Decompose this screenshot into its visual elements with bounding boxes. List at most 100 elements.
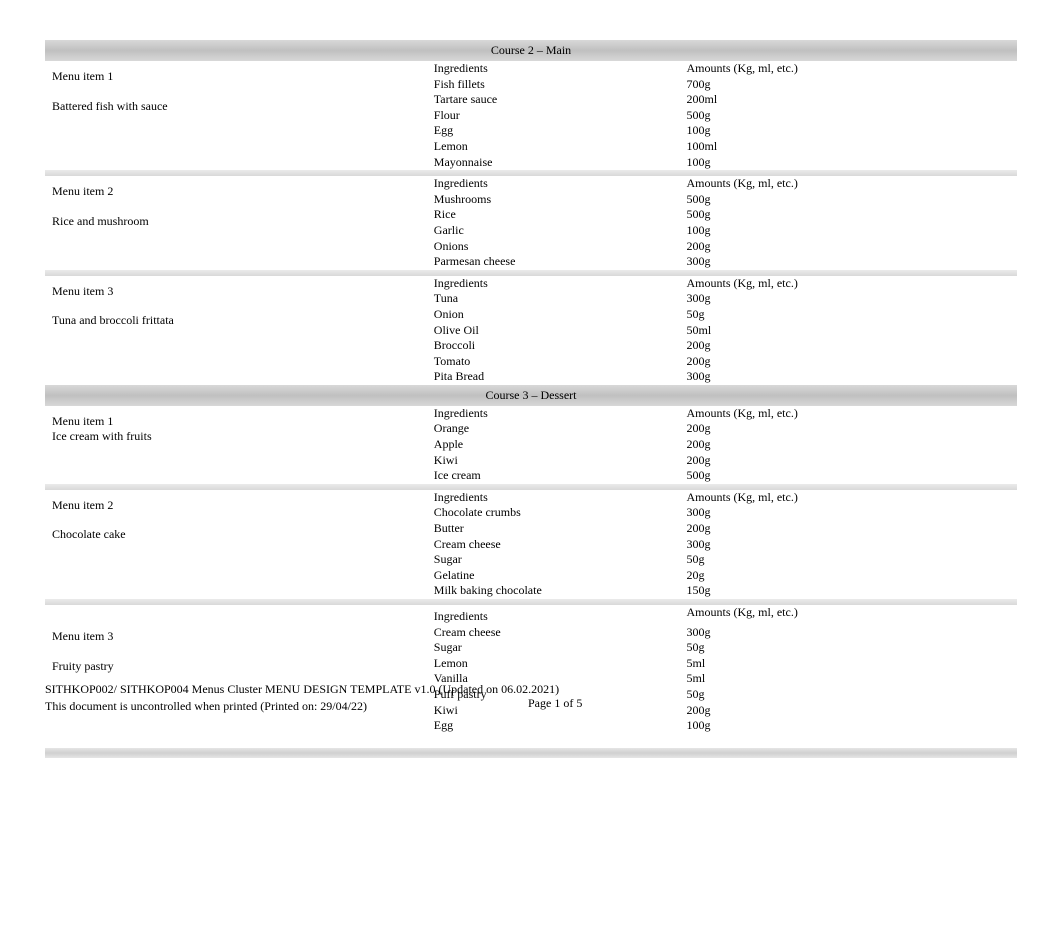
ingredient-cell: Onion — [434, 307, 687, 323]
ingredient-cell: Broccoli — [434, 338, 687, 354]
page-number: Page 1 of 5 — [528, 696, 582, 711]
amounts-header: Amounts (Kg, ml, etc.) — [687, 61, 1017, 77]
amounts-header: Amounts (Kg, ml, etc.) — [687, 490, 1017, 506]
ingredient-cell: Mayonnaise — [434, 155, 687, 171]
amount-cell: 500g — [687, 207, 1017, 223]
amount-cell: 200g — [687, 453, 1017, 469]
menu-item-name: Battered fish with sauce — [52, 99, 434, 115]
menu-item-label: Menu item 1 — [52, 414, 434, 430]
amount-cell: 200g — [687, 338, 1017, 354]
amounts-header: Amounts (Kg, ml, etc.) — [687, 605, 1017, 625]
footer-line-1: SITHKOP002/ SITHKOP004 Menus Cluster MEN… — [45, 682, 559, 697]
amount-cell: 200g — [687, 437, 1017, 453]
row-separator — [45, 748, 1017, 758]
amount-cell: 20g — [687, 568, 1017, 584]
ingredient-cell: Cream cheese — [434, 625, 687, 641]
ingredient-cell: Tuna — [434, 291, 687, 307]
ingredient-cell: Sugar — [434, 552, 687, 568]
ingredient-cell: Gelatine — [434, 568, 687, 584]
amount-cell: 100ml — [687, 139, 1017, 155]
ingredients-header: Ingredients — [434, 176, 687, 192]
amount-cell: 200g — [687, 239, 1017, 255]
amounts-header: Amounts (Kg, ml, etc.) — [687, 276, 1017, 292]
amount-cell: 150g — [687, 583, 1017, 599]
amount-cell: 200g — [687, 354, 1017, 370]
amount-cell: 50ml — [687, 323, 1017, 339]
ingredient-cell: Sugar — [434, 640, 687, 656]
course-2-table: Menu item 1 Battered fish with sauce Ing… — [45, 61, 1017, 385]
ingredient-cell: Flour — [434, 108, 687, 124]
ingredient-cell: Chocolate crumbs — [434, 505, 687, 521]
course-header: Course 3 – Dessert — [45, 385, 1017, 406]
amount-cell: 300g — [687, 254, 1017, 270]
amount-cell: 300g — [687, 369, 1017, 385]
amount-cell: 200g — [687, 421, 1017, 437]
amount-cell: 50g — [687, 640, 1017, 656]
amount-cell: 100g — [687, 718, 1017, 734]
amount-cell: 500g — [687, 108, 1017, 124]
amount-cell: 500g — [687, 192, 1017, 208]
ingredients-header: Ingredients — [434, 490, 687, 506]
ingredient-cell: Onions — [434, 239, 687, 255]
amount-cell: 50g — [687, 552, 1017, 568]
course-header: Course 2 – Main — [45, 40, 1017, 61]
ingredients-header: Ingredients — [434, 61, 687, 77]
amount-cell: 300g — [687, 291, 1017, 307]
ingredient-cell: Cream cheese — [434, 537, 687, 553]
ingredient-cell: Apple — [434, 437, 687, 453]
amount-cell: 100g — [687, 155, 1017, 171]
amount-cell: 50g — [687, 307, 1017, 323]
menu-item-label: Menu item 3 — [52, 284, 434, 300]
ingredient-cell: Fish fillets — [434, 77, 687, 93]
menu-item-label: Menu item 1 — [52, 69, 434, 85]
ingredient-cell: Egg — [434, 123, 687, 139]
ingredient-cell: Pita Bread — [434, 369, 687, 385]
amount-cell: 300g — [687, 537, 1017, 553]
ingredient-cell: Mushrooms — [434, 192, 687, 208]
amount-cell: 5ml — [687, 656, 1017, 672]
menu-item-name: Rice and mushroom — [52, 214, 434, 230]
menu-item-name: Tuna and broccoli frittata — [52, 313, 434, 329]
amount-cell: 300g — [687, 505, 1017, 521]
ingredient-cell: Egg — [434, 718, 687, 734]
amount-cell: 200g — [687, 703, 1017, 719]
course-3-table: Menu item 1 Ice cream with fruits Ingred… — [45, 406, 1017, 772]
ingredient-cell: Parmesan cheese — [434, 254, 687, 270]
ingredient-cell: Ice cream — [434, 468, 687, 484]
ingredient-cell: Lemon — [434, 656, 687, 672]
ingredients-header: Ingredients — [434, 276, 687, 292]
ingredient-cell: Tomato — [434, 354, 687, 370]
menu-item-name: Fruity pastry — [52, 659, 434, 675]
empty-row — [45, 758, 1017, 772]
ingredient-cell: Butter — [434, 521, 687, 537]
footer-line-2: This document is uncontrolled when print… — [45, 699, 559, 714]
amount-cell: 5ml — [687, 671, 1017, 687]
amount-cell: 100g — [687, 123, 1017, 139]
ingredient-cell: Garlic — [434, 223, 687, 239]
ingredient-cell: Lemon — [434, 139, 687, 155]
menu-item-label: Menu item 2 — [52, 184, 434, 200]
menu-item-name: Ice cream with fruits — [52, 429, 434, 445]
amounts-header: Amounts (Kg, ml, etc.) — [687, 406, 1017, 422]
amounts-header: Amounts (Kg, ml, etc.) — [687, 176, 1017, 192]
ingredient-cell: Tartare sauce — [434, 92, 687, 108]
empty-row — [45, 734, 1017, 748]
menu-item-label: Menu item 3 — [52, 629, 434, 645]
amount-cell: 100g — [687, 223, 1017, 239]
ingredient-cell: Orange — [434, 421, 687, 437]
ingredients-header: Ingredients — [434, 406, 687, 422]
amount-cell: 700g — [687, 77, 1017, 93]
ingredient-cell: Rice — [434, 207, 687, 223]
amount-cell: 500g — [687, 468, 1017, 484]
amount-cell: 200ml — [687, 92, 1017, 108]
ingredient-cell: Olive Oil — [434, 323, 687, 339]
menu-item-label: Menu item 2 — [52, 498, 434, 514]
ingredient-cell: Kiwi — [434, 453, 687, 469]
ingredients-header: Ingredients — [434, 605, 687, 625]
amount-cell: 200g — [687, 521, 1017, 537]
footer: SITHKOP002/ SITHKOP004 Menus Cluster MEN… — [45, 682, 559, 714]
amount-cell: 300g — [687, 625, 1017, 641]
menu-item-name: Chocolate cake — [52, 527, 434, 543]
ingredient-cell: Milk baking chocolate — [434, 583, 687, 599]
amount-cell: 50g — [687, 687, 1017, 703]
